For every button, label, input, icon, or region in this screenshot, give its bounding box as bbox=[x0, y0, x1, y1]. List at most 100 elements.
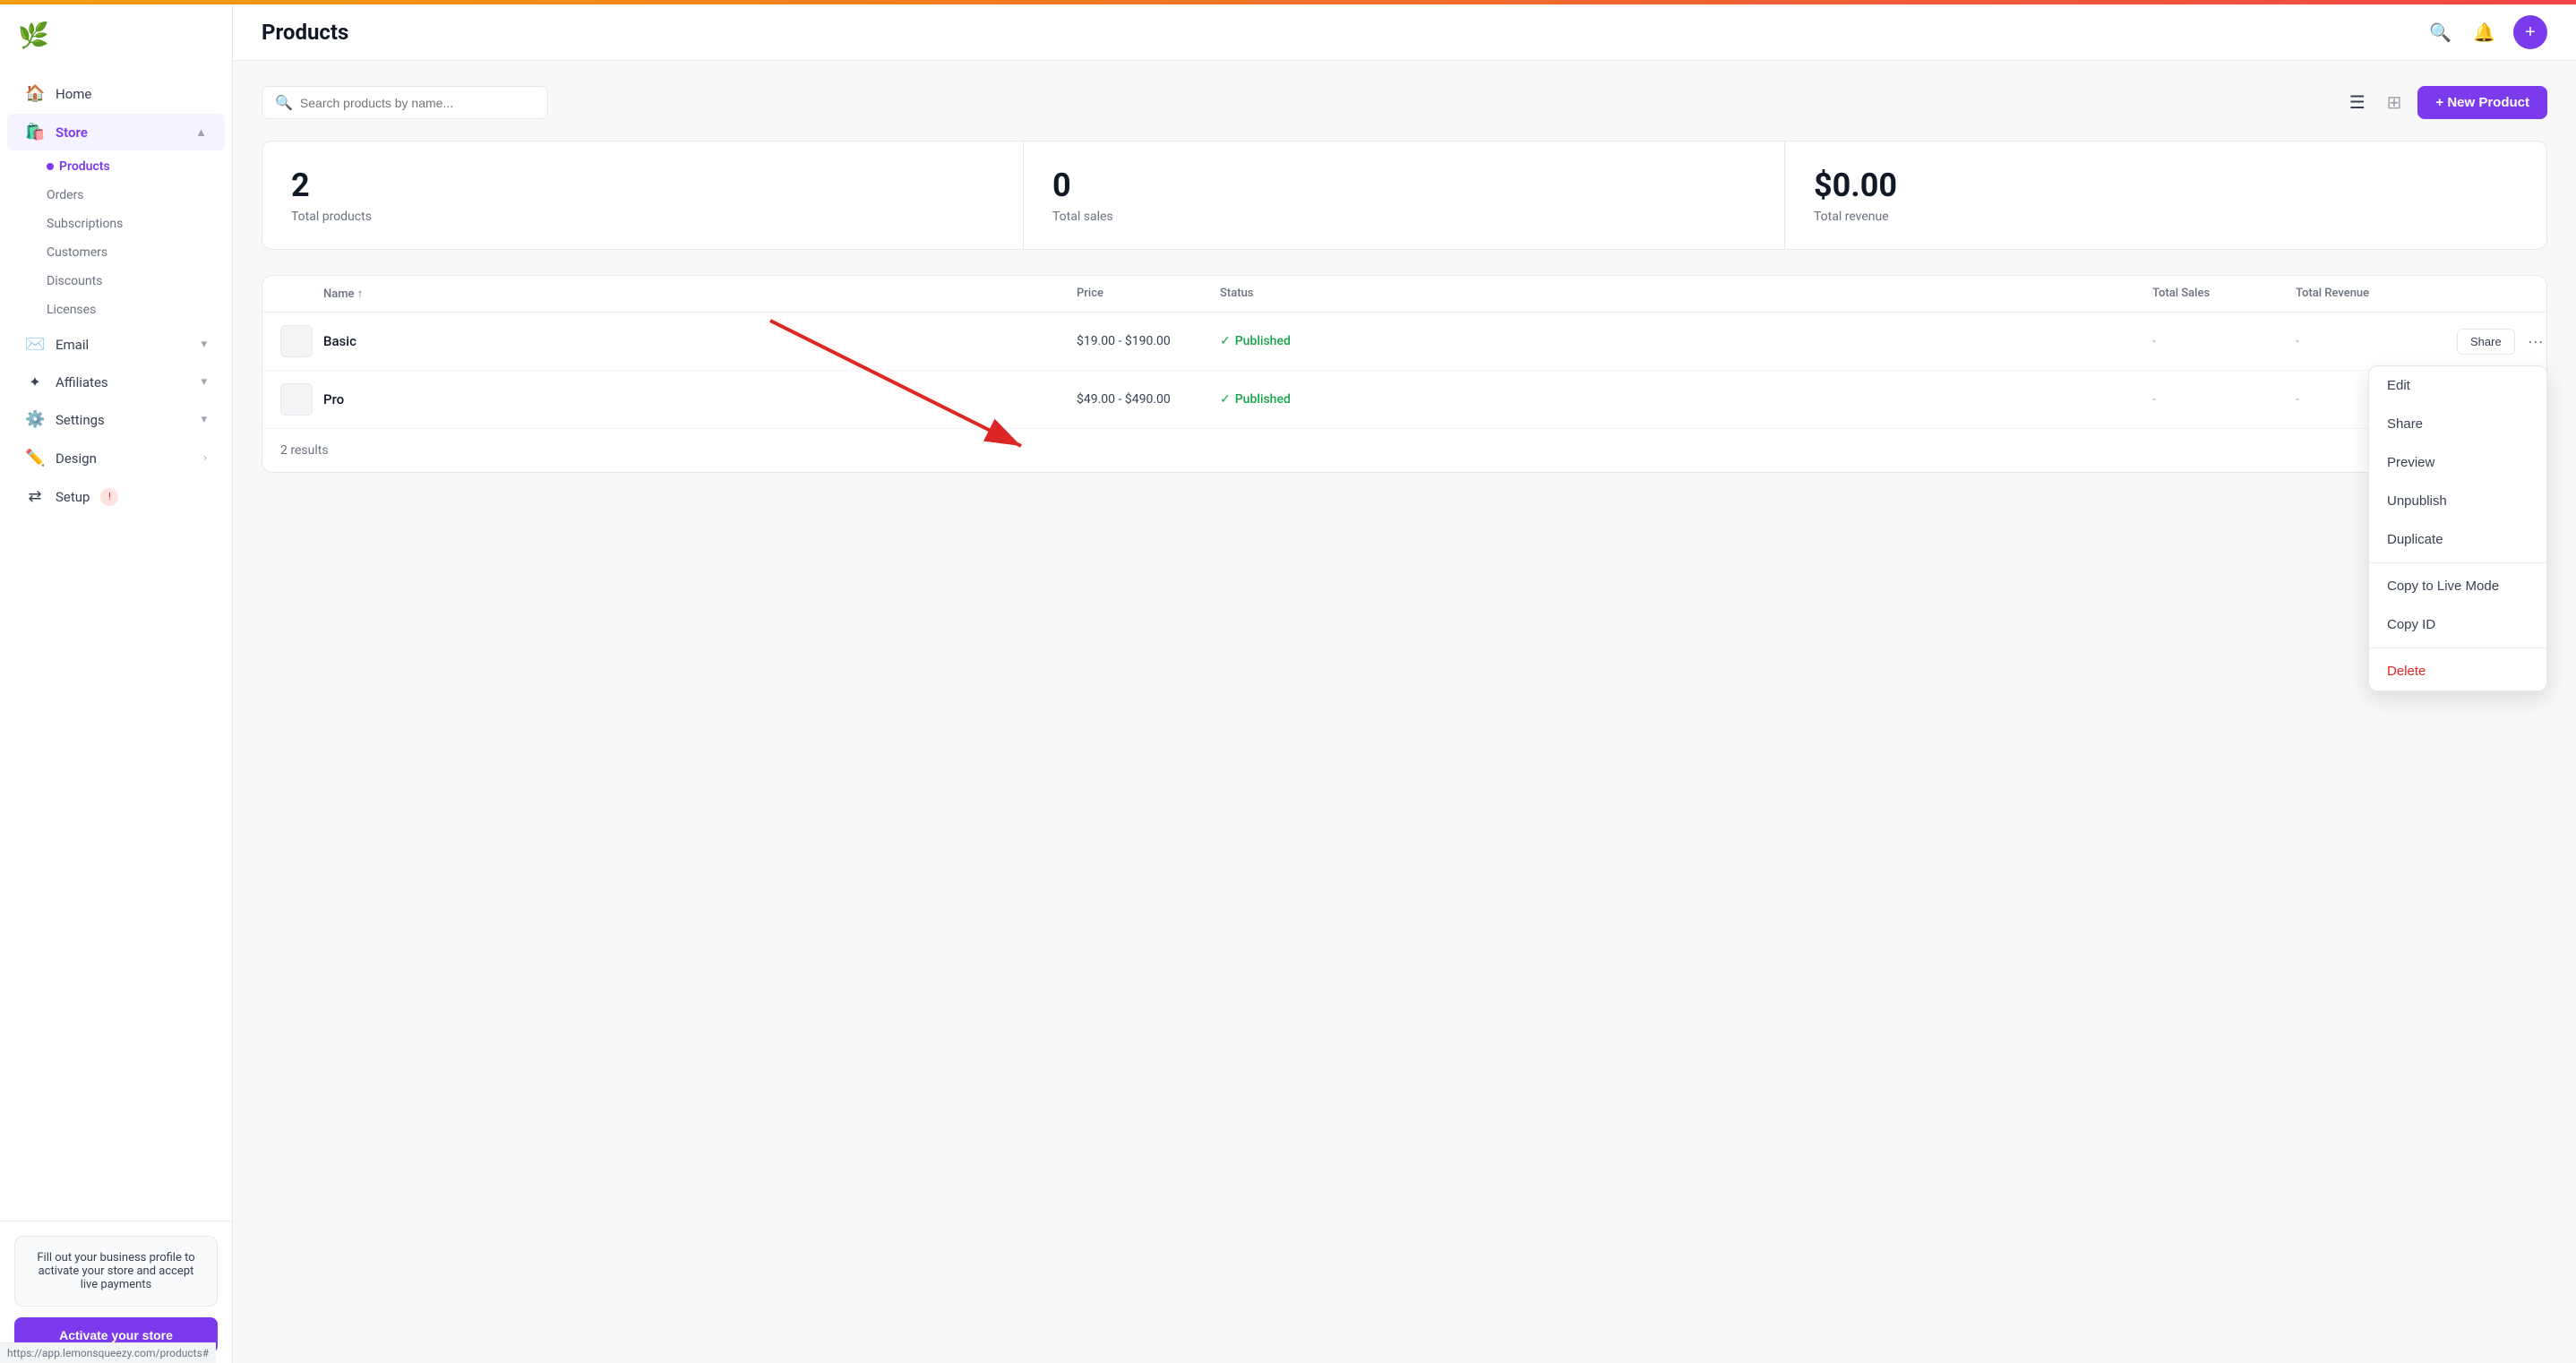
sidebar-navigation: 🏠 Home 🛍️ Store ▲ Products Order bbox=[0, 66, 232, 1221]
share-button-basic[interactable]: Share bbox=[2457, 329, 2515, 355]
chevron-down-icon-email: ▾ bbox=[201, 338, 207, 351]
subnav-licenses-label: Licenses bbox=[47, 303, 96, 317]
total-revenue-value: $0.00 bbox=[1814, 167, 2518, 204]
store-icon: 🛍️ bbox=[25, 123, 45, 141]
context-menu-copy-id[interactable]: Copy ID bbox=[2369, 605, 2546, 644]
new-product-label: + New Product bbox=[2435, 95, 2529, 110]
search-icon: 🔍 bbox=[275, 94, 293, 111]
stat-total-sales: 0 Total sales bbox=[1024, 141, 1785, 249]
business-profile-text: Fill out your business profile to activa… bbox=[30, 1251, 202, 1291]
product-price-pro: $49.00 - $490.00 bbox=[1077, 392, 1220, 407]
sidebar: 🌿 🏠 Home 🛍️ Store ▲ Pr bbox=[0, 4, 233, 1363]
logo-icon: 🌿 bbox=[18, 21, 49, 50]
toolbar-right: ☰ ⊞ + New Product bbox=[2344, 86, 2547, 119]
col-total-revenue: Total Revenue bbox=[2296, 287, 2457, 301]
col-name: Name ↑ bbox=[323, 287, 1077, 301]
product-name-basic: Basic bbox=[323, 333, 1077, 349]
context-menu-duplicate[interactable]: Duplicate bbox=[2369, 520, 2546, 559]
context-menu-copy-live[interactable]: Copy to Live Mode bbox=[2369, 567, 2546, 605]
new-product-button[interactable]: + New Product bbox=[2417, 86, 2547, 119]
table-row: Basic $19.00 - $190.00 ✓ Published - - S… bbox=[262, 313, 2546, 371]
sidebar-item-email-label: Email bbox=[56, 337, 89, 353]
results-count: 2 results bbox=[262, 429, 2546, 472]
main-area: Products 🔍 🔔 + 🔍 bbox=[233, 4, 2576, 1363]
sidebar-item-settings-label: Settings bbox=[56, 412, 105, 428]
products-table: Name ↑ Price Status Total Sales Total Re… bbox=[262, 275, 2547, 473]
total-revenue-basic: - bbox=[2296, 334, 2457, 348]
total-revenue-label: Total revenue bbox=[1814, 210, 2518, 224]
sidebar-item-settings[interactable]: ⚙️ Settings ▾ bbox=[7, 401, 225, 438]
sidebar-item-products[interactable]: Products bbox=[47, 152, 232, 181]
settings-icon: ⚙️ bbox=[25, 410, 45, 429]
sidebar-item-home[interactable]: 🏠 Home bbox=[7, 75, 225, 112]
sidebar-item-design[interactable]: ✏️ Design › bbox=[7, 440, 225, 476]
setup-badge: ! bbox=[100, 488, 118, 506]
context-menu-share[interactable]: Share bbox=[2369, 405, 2546, 443]
home-icon: 🏠 bbox=[25, 84, 45, 103]
affiliates-icon: ✦ bbox=[25, 373, 45, 390]
stats-row: 2 Total products 0 Total sales $0.00 Tot… bbox=[262, 141, 2547, 250]
sidebar-item-orders[interactable]: Orders bbox=[47, 181, 232, 210]
chevron-down-icon-affiliates: ▾ bbox=[201, 375, 207, 389]
context-menu-delete[interactable]: Delete bbox=[2369, 652, 2546, 690]
subnav-products-label: Products bbox=[59, 159, 110, 174]
col-status: Status bbox=[1220, 287, 1399, 301]
topbar-actions: 🔍 🔔 + bbox=[2426, 15, 2547, 49]
design-icon: ✏️ bbox=[25, 449, 45, 467]
context-menu-unpublish[interactable]: Unpublish bbox=[2369, 482, 2546, 520]
sidebar-item-email[interactable]: ✉️ Email ▾ bbox=[7, 326, 225, 363]
active-dot bbox=[47, 163, 54, 170]
sidebar-item-licenses[interactable]: Licenses bbox=[47, 296, 232, 324]
status-badge-basic: ✓ Published bbox=[1220, 334, 1399, 348]
col-total-sales: Total Sales bbox=[2152, 287, 2296, 301]
search-button[interactable]: 🔍 bbox=[2426, 18, 2455, 47]
total-sales-pro: - bbox=[2152, 392, 2296, 407]
product-name-pro: Pro bbox=[323, 391, 1077, 407]
annotation-arrow bbox=[233, 61, 2576, 1363]
search-input[interactable] bbox=[300, 96, 535, 110]
sidebar-item-discounts[interactable]: Discounts bbox=[47, 267, 232, 296]
total-sales-value: 0 bbox=[1052, 167, 1756, 204]
sidebar-item-affiliates-label: Affiliates bbox=[56, 374, 108, 390]
business-profile-card: Fill out your business profile to activa… bbox=[14, 1236, 218, 1307]
status-text-basic: Published bbox=[1235, 334, 1291, 348]
stat-total-products: 2 Total products bbox=[262, 141, 1024, 249]
total-products-value: 2 bbox=[291, 167, 994, 204]
user-avatar-button[interactable]: + bbox=[2513, 15, 2547, 49]
chevron-up-icon: ▲ bbox=[195, 125, 207, 140]
sidebar-item-subscriptions[interactable]: Subscriptions bbox=[47, 210, 232, 238]
context-menu-preview[interactable]: Preview bbox=[2369, 443, 2546, 482]
topbar: Products 🔍 🔔 + bbox=[233, 4, 2576, 61]
status-text-pro: Published bbox=[1235, 392, 1291, 407]
subnav-discounts-label: Discounts bbox=[47, 274, 102, 288]
content-area: 🔍 ☰ ⊞ + New Product 2 Tota bbox=[233, 61, 2576, 1363]
more-menu-button-basic[interactable]: ··· bbox=[2520, 329, 2551, 355]
email-icon: ✉️ bbox=[25, 335, 45, 354]
list-view-button[interactable]: ☰ bbox=[2344, 88, 2371, 117]
context-menu-divider bbox=[2369, 562, 2546, 563]
sidebar-item-setup-label: Setup bbox=[56, 489, 90, 505]
sidebar-item-home-label: Home bbox=[56, 86, 91, 102]
chevron-down-icon-settings: ▾ bbox=[201, 413, 207, 426]
sidebar-logo: 🌿 bbox=[0, 4, 232, 66]
subnav-subscriptions-label: Subscriptions bbox=[47, 217, 123, 231]
grid-view-button[interactable]: ⊞ bbox=[2382, 88, 2408, 117]
status-badge-pro: ✓ Published bbox=[1220, 392, 1399, 407]
sidebar-item-store[interactable]: 🛍️ Store ▲ bbox=[7, 114, 225, 150]
sidebar-item-affiliates[interactable]: ✦ Affiliates ▾ bbox=[7, 364, 225, 399]
sidebar-item-customers[interactable]: Customers bbox=[47, 238, 232, 267]
context-menu: Edit Share Preview Unpublish Duplicate C… bbox=[2368, 365, 2547, 691]
subnav-customers-label: Customers bbox=[47, 245, 107, 260]
sidebar-item-design-label: Design bbox=[56, 450, 97, 467]
chevron-right-icon-design: › bbox=[203, 451, 207, 465]
page-title: Products bbox=[262, 20, 348, 45]
sidebar-item-setup[interactable]: ⇄ Setup ! bbox=[7, 478, 225, 515]
total-sales-basic: - bbox=[2152, 334, 2296, 348]
sidebar-item-store-label: Store bbox=[56, 124, 88, 141]
search-wrap: 🔍 bbox=[262, 86, 548, 119]
notifications-button[interactable]: 🔔 bbox=[2469, 18, 2499, 47]
product-thumbnail-basic bbox=[280, 325, 313, 357]
subnav-orders-label: Orders bbox=[47, 188, 84, 202]
context-menu-edit[interactable]: Edit bbox=[2369, 366, 2546, 405]
product-price-basic: $19.00 - $190.00 bbox=[1077, 334, 1220, 348]
